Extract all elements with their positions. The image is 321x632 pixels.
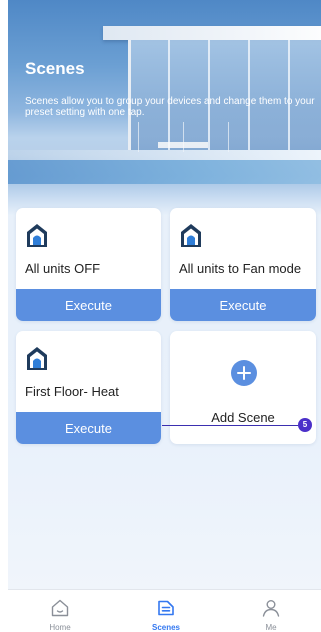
page-description: Scenes allow you to group your devices a… (25, 96, 315, 118)
scene-card-first-floor-heat: First Floor- Heat Execute (16, 331, 161, 444)
home-icon (27, 224, 47, 247)
scene-card-all-units-off: All units OFF Execute (16, 208, 161, 321)
plus-circle-icon[interactable] (231, 360, 257, 386)
home-icon (27, 347, 47, 370)
execute-button[interactable]: Execute (170, 289, 316, 321)
scene-name: First Floor- Heat (25, 384, 119, 399)
execute-button[interactable]: Execute (16, 412, 161, 444)
add-scene-label: Add Scene (211, 410, 275, 425)
scene-name: All units OFF (25, 261, 101, 276)
execute-button[interactable]: Execute (16, 289, 161, 321)
annotation-badge: 5 (298, 418, 312, 432)
scene-card-all-units-fan-mode: All units to Fan mode Execute (170, 208, 316, 321)
scenes-icon (158, 600, 174, 616)
page-title: Scenes (25, 59, 85, 78)
home-outline-icon (51, 599, 69, 617)
scene-name: All units to Fan mode (179, 261, 302, 276)
tab-scenes[interactable]: Scenes (126, 590, 206, 632)
home-icon (181, 224, 201, 247)
tab-me[interactable]: Me (231, 590, 311, 632)
tab-home[interactable]: Home (20, 590, 100, 632)
bottom-tab-bar: Home Scenes Me (8, 589, 321, 632)
user-icon (262, 600, 280, 617)
scenes-screen: Scenes Scenes allow you to group your de… (8, 0, 321, 631)
annotation-line (162, 425, 298, 426)
add-scene-card[interactable]: Add Scene (170, 331, 316, 444)
